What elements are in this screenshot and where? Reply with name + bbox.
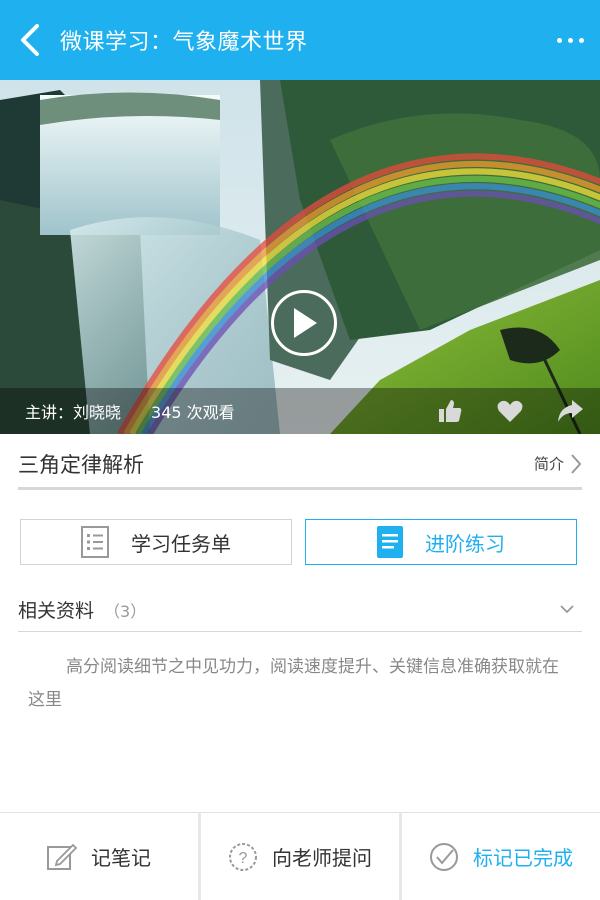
intro-link[interactable]: 简介: [534, 453, 582, 475]
favorite-button[interactable]: [492, 393, 528, 429]
tab-study-tasks[interactable]: 学习任务单: [20, 519, 292, 565]
note-edit-icon: [47, 843, 77, 870]
lesson-title-row: 三角定律解析 简介: [18, 440, 582, 490]
page-title: 微课学习：气象魔术世界: [60, 30, 308, 55]
ask-teacher-button[interactable]: ? 向老师提问: [198, 813, 399, 900]
thumbs-up-icon: [439, 400, 462, 422]
chevron-down-icon: [560, 605, 574, 614]
take-notes-button[interactable]: 记笔记: [0, 813, 198, 900]
video-actions: [408, 393, 588, 429]
related-materials-count: （3）: [104, 601, 147, 621]
tab-advanced-practice-label: 进阶练习: [425, 531, 505, 556]
like-button[interactable]: [432, 393, 468, 429]
chevron-right-icon: [571, 453, 582, 474]
lesson-tabs: 学习任务单 进阶练习: [20, 519, 577, 565]
more-button[interactable]: [540, 0, 600, 80]
ask-teacher-label: 向老师提问: [272, 846, 372, 870]
heart-icon: [497, 400, 523, 422]
list-icon: [81, 526, 109, 558]
tab-study-tasks-label: 学习任务单: [131, 531, 231, 556]
back-button[interactable]: [0, 0, 60, 80]
play-icon: [294, 308, 317, 338]
take-notes-label: 记笔记: [91, 846, 151, 870]
question-icon: ?: [229, 842, 257, 871]
mark-complete-button[interactable]: 标记已完成: [399, 813, 600, 900]
svg-text:?: ?: [239, 850, 248, 867]
play-button[interactable]: [271, 290, 337, 356]
video-player[interactable]: 主讲：刘晓晓 345 次观看: [0, 80, 600, 434]
intro-label: 简介: [533, 455, 564, 473]
app-header: 微课学习：气象魔术世界: [0, 0, 600, 80]
tab-advanced-practice[interactable]: 进阶练习: [305, 519, 577, 565]
check-circle-icon: [430, 842, 458, 871]
share-icon: [558, 400, 583, 422]
bottom-action-bar: 记笔记 ? 向老师提问 标记已完成: [0, 812, 600, 900]
mark-complete-label: 标记已完成: [473, 846, 573, 870]
related-materials-label: 相关资料: [18, 600, 95, 622]
lesson-description: 高分阅读细节之中见功力，阅读速度提升、关键信息准确获取就在这里: [28, 657, 559, 710]
chevron-left-icon: [21, 24, 39, 56]
video-thumbnail: [0, 80, 600, 434]
related-materials-toggle[interactable]: 相关资料 （3）: [18, 588, 582, 632]
view-count: 345 次观看: [151, 403, 235, 422]
lesson-title: 三角定律解析: [18, 452, 144, 477]
more-dots-icon: [556, 37, 562, 43]
document-icon: [377, 526, 403, 558]
video-info-bar: 主讲：刘晓晓 345 次观看: [0, 388, 600, 434]
share-button[interactable]: [552, 393, 588, 429]
lecturer-label: 主讲：刘晓晓: [25, 403, 122, 422]
